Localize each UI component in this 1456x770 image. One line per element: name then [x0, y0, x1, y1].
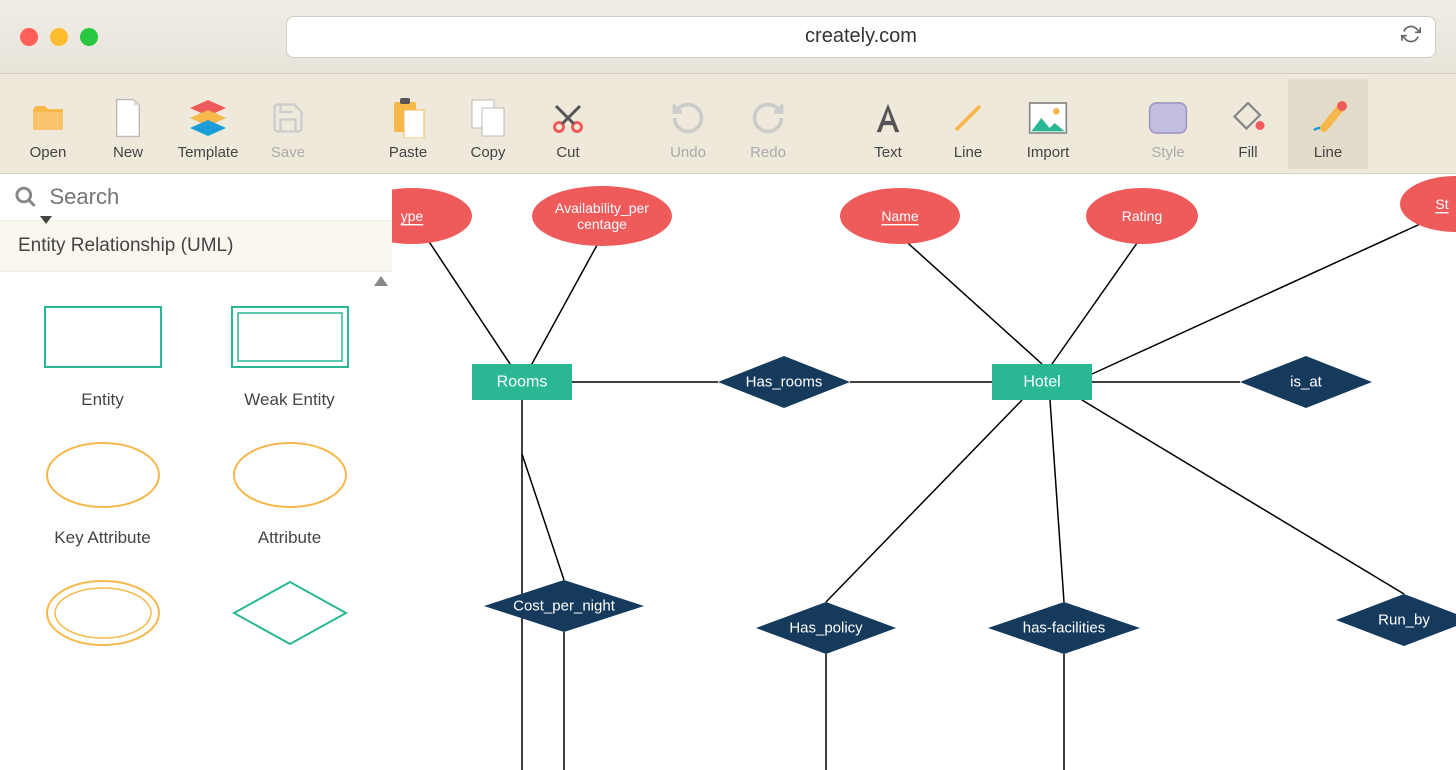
- text-button[interactable]: Text: [848, 79, 928, 169]
- relationship-has-policy[interactable]: Has_policy: [756, 602, 896, 654]
- edge[interactable]: [1052, 236, 1142, 364]
- shape-entity[interactable]: Entity: [14, 302, 191, 410]
- relationship-is-at[interactable]: is_at: [1240, 356, 1372, 408]
- attribute-name[interactable]: Name: [840, 188, 960, 244]
- svg-text:Has_policy: Has_policy: [789, 620, 863, 637]
- svg-text:St: St: [1435, 196, 1448, 212]
- key-attribute-shape-icon: [38, 440, 168, 510]
- refresh-icon[interactable]: [1401, 24, 1421, 49]
- redo-icon: [746, 98, 790, 138]
- shape-weak-entity[interactable]: Weak Entity: [201, 302, 378, 410]
- svg-text:Has_rooms: Has_rooms: [746, 374, 823, 391]
- main-area: Entity Relationship (UML) Entity Weak En…: [0, 174, 1456, 770]
- double-ellipse-shape-icon: [38, 578, 168, 648]
- weak-entity-shape-icon: [225, 302, 355, 372]
- relationship-has-facilities[interactable]: has-facilities: [988, 602, 1140, 654]
- attribute-type[interactable]: ype: [392, 188, 472, 244]
- svg-text:Rating: Rating: [1122, 208, 1162, 224]
- attribute-availability[interactable]: Availability_percentage: [532, 186, 672, 246]
- open-button[interactable]: Open: [8, 79, 88, 169]
- attribute-rating[interactable]: Rating: [1086, 188, 1198, 244]
- search-dropdown-icon[interactable]: [40, 216, 52, 224]
- undo-icon: [666, 98, 710, 138]
- new-button[interactable]: New: [88, 79, 168, 169]
- svg-text:ype: ype: [401, 208, 424, 224]
- undo-button[interactable]: Undo: [648, 79, 728, 169]
- svg-text:Availability_per: Availability_per: [555, 200, 649, 216]
- line-icon: [946, 98, 990, 138]
- search-input[interactable]: [49, 184, 378, 210]
- toolbar: Open New Template Save Paste Copy Cut Un…: [0, 74, 1456, 174]
- close-window-icon[interactable]: [20, 28, 38, 46]
- shape-list: Entity Weak Entity Key Attribute Attribu…: [0, 272, 392, 770]
- text-icon: [866, 98, 910, 138]
- svg-text:Cost_per_night: Cost_per_night: [513, 598, 616, 615]
- svg-text:Name: Name: [881, 208, 919, 224]
- redo-button[interactable]: Redo: [728, 79, 808, 169]
- minimize-window-icon[interactable]: [50, 28, 68, 46]
- shape-panel: Entity Relationship (UML) Entity Weak En…: [0, 174, 392, 770]
- style-icon: [1146, 98, 1190, 138]
- search-icon: [14, 184, 37, 210]
- new-file-icon: [106, 98, 150, 138]
- fill-button[interactable]: Fill: [1208, 79, 1288, 169]
- line-tool-button[interactable]: Line: [928, 79, 1008, 169]
- edge[interactable]: [1050, 400, 1064, 602]
- save-icon: [266, 98, 310, 138]
- paint-bucket-icon: [1226, 98, 1270, 138]
- svg-text:has-facilities: has-facilities: [1023, 620, 1106, 637]
- svg-text:is_at: is_at: [1290, 374, 1323, 391]
- entity-rooms[interactable]: Rooms: [472, 364, 572, 400]
- svg-text:Run_by: Run_by: [1378, 612, 1430, 629]
- edge[interactable]: [826, 400, 1022, 602]
- copy-icon: [466, 98, 510, 138]
- edge[interactable]: [522, 454, 564, 580]
- svg-text:Hotel: Hotel: [1023, 374, 1060, 391]
- diamond-shape-icon: [225, 578, 355, 648]
- shape-category[interactable]: Entity Relationship (UML): [0, 220, 392, 272]
- diagram-canvas[interactable]: ype Availability_percentage Name Rating …: [392, 174, 1456, 770]
- folder-icon: [26, 98, 70, 138]
- attribute-shape-icon: [225, 440, 355, 510]
- shape-key-attribute[interactable]: Key Attribute: [14, 440, 191, 548]
- import-button[interactable]: Import: [1008, 79, 1088, 169]
- shape-attribute[interactable]: Attribute: [201, 440, 378, 548]
- cut-button[interactable]: Cut: [528, 79, 608, 169]
- image-icon: [1026, 98, 1070, 138]
- copy-button[interactable]: Copy: [448, 79, 528, 169]
- browser-chrome: creately.com: [0, 0, 1456, 74]
- scroll-up-icon[interactable]: [374, 276, 388, 286]
- url-text: creately.com: [805, 25, 917, 48]
- paste-button[interactable]: Paste: [368, 79, 448, 169]
- attribute-street[interactable]: St: [1400, 176, 1456, 232]
- relationship-has-rooms[interactable]: Has_rooms: [718, 356, 850, 408]
- save-button[interactable]: Save: [248, 79, 328, 169]
- relationship-cost-per-night[interactable]: Cost_per_night: [484, 580, 644, 632]
- shape-partial-6[interactable]: [201, 578, 378, 648]
- line-style-button[interactable]: Line: [1288, 79, 1368, 169]
- style-button[interactable]: Style: [1128, 79, 1208, 169]
- url-bar[interactable]: creately.com: [286, 16, 1436, 58]
- search-row: [0, 174, 392, 220]
- svg-text:centage: centage: [577, 216, 627, 232]
- window-controls: [20, 28, 98, 46]
- scissors-icon: [546, 98, 590, 138]
- template-icon: [186, 98, 230, 138]
- edge[interactable]: [1082, 400, 1404, 594]
- entity-hotel[interactable]: Hotel: [992, 364, 1092, 400]
- paste-icon: [386, 98, 430, 138]
- maximize-window-icon[interactable]: [80, 28, 98, 46]
- shape-partial-5[interactable]: [14, 578, 191, 648]
- svg-text:Rooms: Rooms: [497, 374, 548, 391]
- edge[interactable]: [522, 236, 602, 382]
- template-button[interactable]: Template: [168, 79, 248, 169]
- pencil-icon: [1306, 98, 1350, 138]
- entity-shape-icon: [38, 302, 168, 372]
- relationship-run-by[interactable]: Run_by: [1336, 594, 1456, 646]
- edge[interactable]: [900, 236, 1042, 364]
